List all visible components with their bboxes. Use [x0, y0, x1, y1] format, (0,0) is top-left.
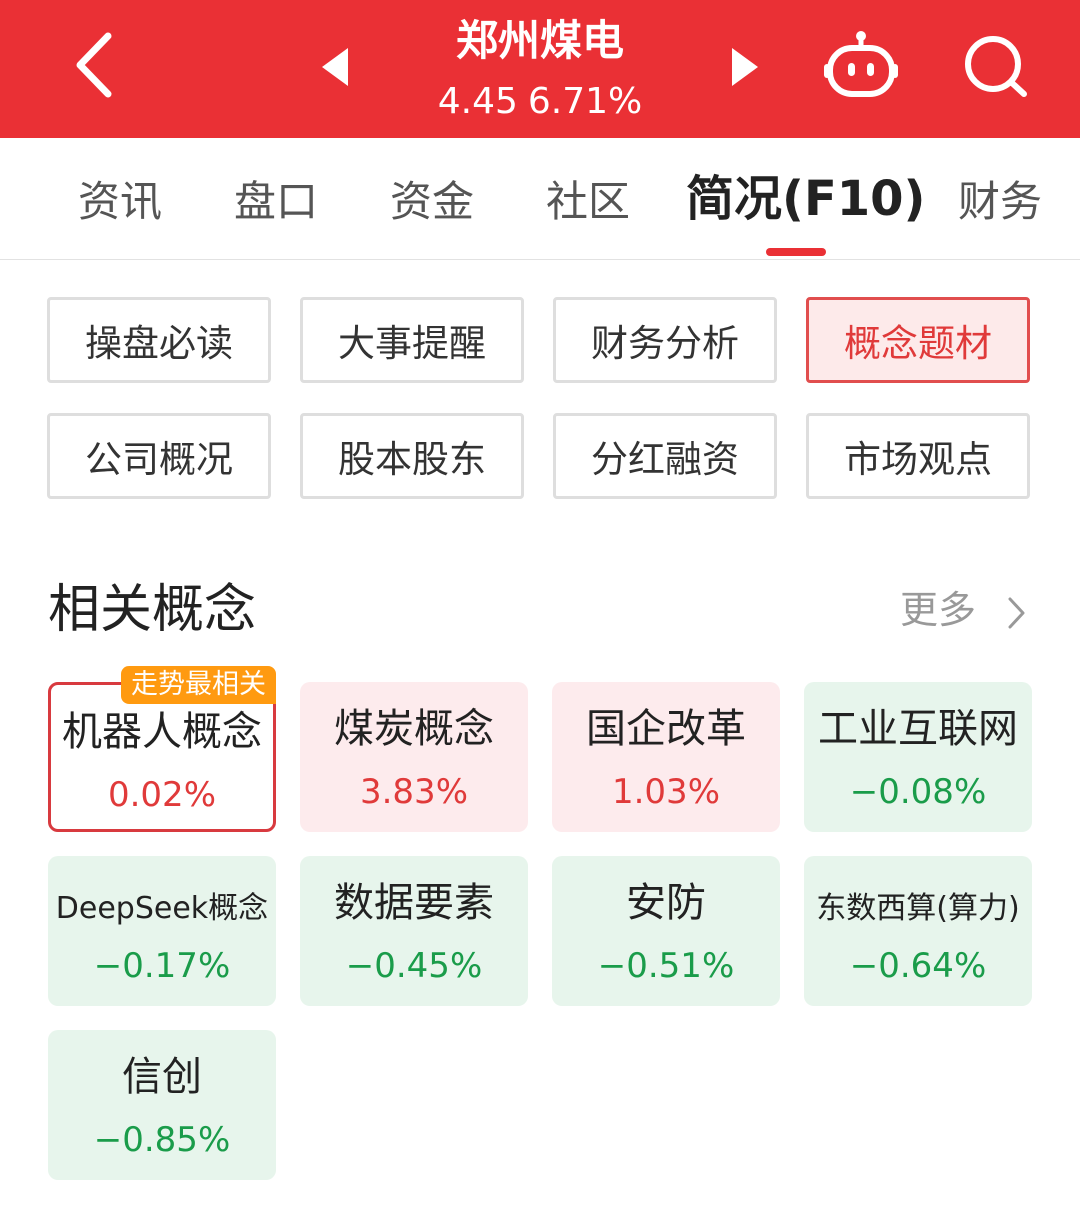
- tab-news[interactable]: 资讯: [78, 174, 162, 230]
- concept-name: 机器人概念: [62, 709, 262, 755]
- concept-card[interactable]: 煤炭概念 3.83%: [300, 682, 528, 832]
- tab-f10-overview[interactable]: 简况(F10): [686, 171, 925, 227]
- concept-change: −0.08%: [849, 772, 987, 812]
- concept-card[interactable]: 国企改革 1.03%: [552, 682, 780, 832]
- tab-capital[interactable]: 资金: [390, 174, 474, 230]
- search-icon[interactable]: [962, 34, 1032, 100]
- concept-change: 3.83%: [359, 772, 468, 812]
- concept-change: −0.45%: [345, 946, 483, 986]
- section-title: 相关概念: [48, 580, 257, 640]
- concept-change: 0.02%: [107, 775, 216, 815]
- concept-change: 1.03%: [611, 772, 720, 812]
- concept-card[interactable]: 安防 −0.51%: [552, 856, 780, 1006]
- chevron-right-icon: [1008, 597, 1025, 629]
- tab-finance[interactable]: 财务: [958, 174, 1042, 230]
- tab-community[interactable]: 社区: [546, 174, 630, 230]
- back-arrow-icon[interactable]: [66, 30, 126, 100]
- subtab-concepts[interactable]: 概念题材: [806, 297, 1030, 383]
- concept-card[interactable]: 东数西算(算力) −0.64%: [804, 856, 1032, 1006]
- more-label: 更多: [900, 588, 977, 632]
- concept-name: 数据要素: [334, 880, 494, 926]
- subtab-company-profile[interactable]: 公司概况: [47, 413, 271, 499]
- most-correlated-badge: 走势最相关: [121, 666, 276, 704]
- concept-name: 煤炭概念: [334, 706, 494, 752]
- concept-card[interactable]: 走势最相关 机器人概念 0.02%: [48, 666, 276, 832]
- stock-header: 郑州煤电 4.45 6.71%: [0, 0, 1080, 138]
- concept-name: 安防: [626, 880, 706, 926]
- subtab-financial-analysis[interactable]: 财务分析: [553, 297, 777, 383]
- concept-name: 东数西算(算力): [816, 891, 1020, 926]
- subtab-market-views[interactable]: 市场观点: [806, 413, 1030, 499]
- subtab-shareholders[interactable]: 股本股东: [300, 413, 524, 499]
- concept-name: 国企改革: [586, 706, 746, 752]
- stock-change-pct: 6.71%: [527, 81, 643, 122]
- main-tab-bar: 资讯 盘口 资金 社区 简况(F10) 财务: [0, 138, 1080, 260]
- active-tab-indicator: [766, 248, 826, 256]
- stock-name: 郑州煤电: [455, 16, 624, 65]
- tab-partial-left[interactable]: [0, 174, 10, 230]
- next-stock-icon[interactable]: [728, 46, 762, 88]
- subtab-dividends[interactable]: 分红融资: [553, 413, 777, 499]
- concept-name: 工业互联网: [818, 706, 1018, 752]
- concept-change: −0.64%: [849, 946, 987, 986]
- more-link[interactable]: 更多: [900, 584, 1025, 636]
- subtab-trading-guide[interactable]: 操盘必读: [47, 297, 271, 383]
- concept-change: −0.85%: [93, 1120, 231, 1160]
- tab-orderbook[interactable]: 盘口: [234, 174, 318, 230]
- concept-card[interactable]: DeepSeek概念 −0.17%: [48, 856, 276, 1006]
- concept-change: −0.17%: [93, 946, 231, 986]
- concept-card[interactable]: 数据要素 −0.45%: [300, 856, 528, 1006]
- concept-card[interactable]: 信创 −0.85%: [48, 1030, 276, 1180]
- concept-name: 信创: [122, 1054, 202, 1100]
- stock-quote: 4.45 6.71%: [380, 76, 700, 128]
- concept-card[interactable]: 工业互联网 −0.08%: [804, 682, 1032, 832]
- subtab-events[interactable]: 大事提醒: [300, 297, 524, 383]
- concept-name: DeepSeek概念: [55, 891, 269, 926]
- concept-change: −0.51%: [597, 946, 735, 986]
- prev-stock-icon[interactable]: [318, 46, 352, 88]
- robot-icon[interactable]: [822, 30, 900, 102]
- stock-price: 4.45: [437, 81, 518, 122]
